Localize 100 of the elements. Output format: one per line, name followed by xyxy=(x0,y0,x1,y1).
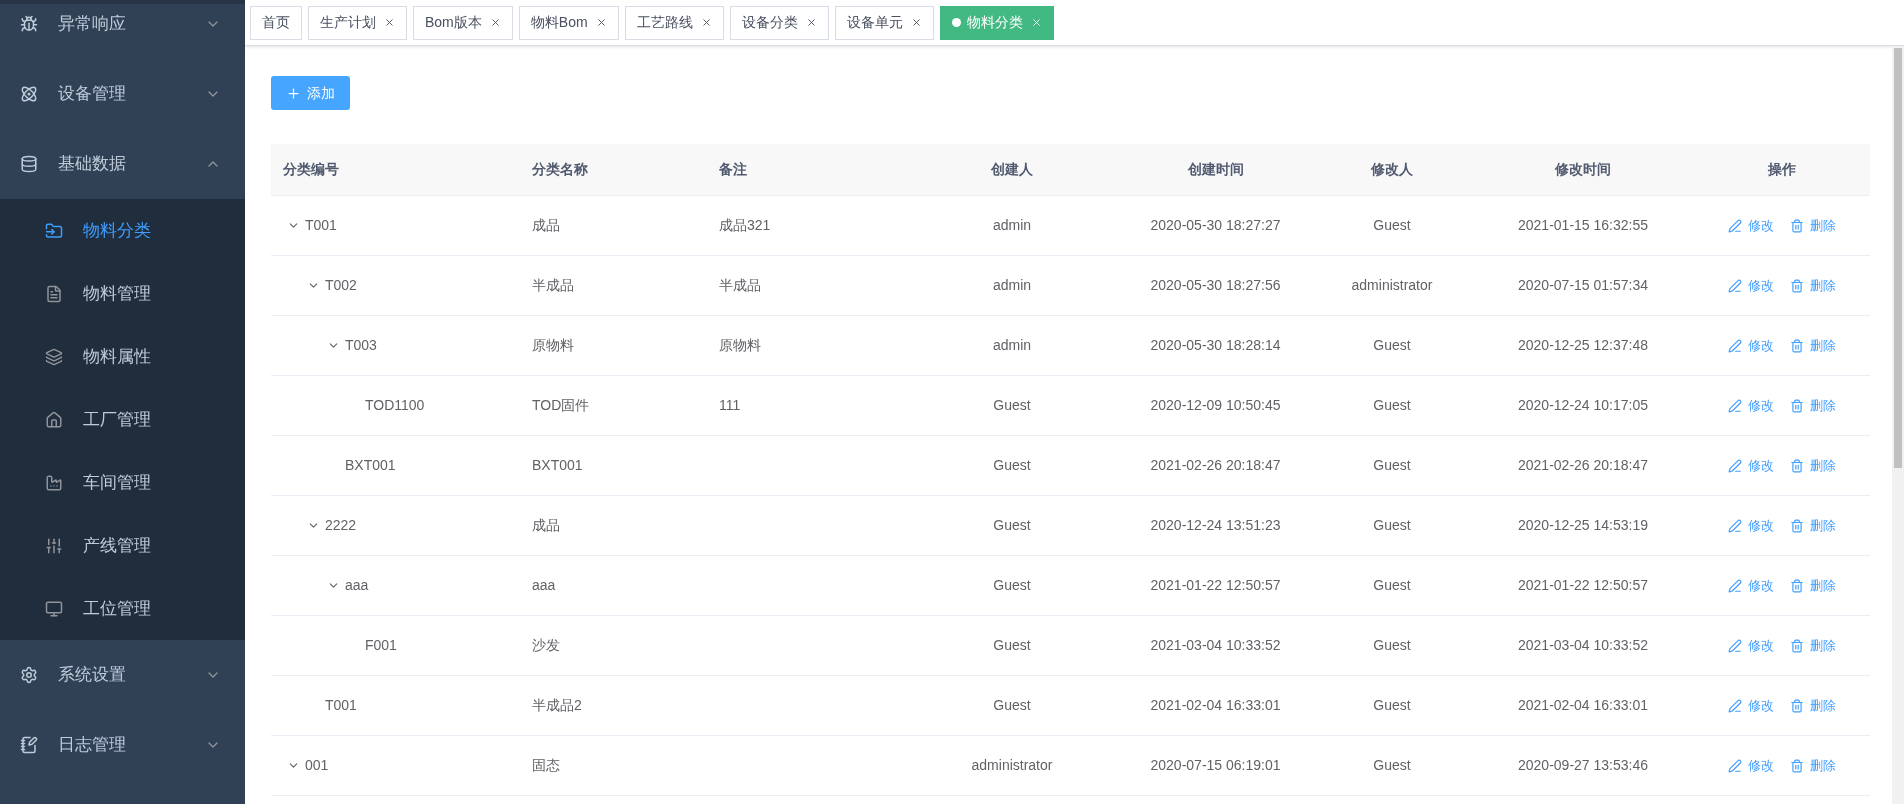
delete-link[interactable]: 删除 xyxy=(1790,695,1836,716)
column-header: 备注 xyxy=(719,160,747,179)
delete-link[interactable]: 删除 xyxy=(1790,635,1836,656)
close-icon[interactable] xyxy=(489,17,501,28)
close-icon[interactable] xyxy=(910,17,922,28)
table-cell-text: Guest xyxy=(1373,396,1411,415)
edit-link[interactable]: 修改 xyxy=(1728,635,1774,656)
table-cell-text: T003 xyxy=(345,336,377,355)
table-cell-text: 半成品 xyxy=(532,276,574,295)
sidebar-group[interactable]: 异常响应 xyxy=(0,4,245,59)
trash-icon xyxy=(1790,518,1804,533)
table-cell-text: T001 xyxy=(305,216,337,235)
table-cell-text: 111 xyxy=(719,396,741,415)
atom-icon xyxy=(20,85,38,103)
delete-link[interactable]: 删除 xyxy=(1790,575,1836,596)
pencil-icon xyxy=(1728,278,1742,293)
table-cell-text: admin xyxy=(992,276,1032,295)
tab[interactable]: 工艺路线 xyxy=(624,5,724,40)
delete-link[interactable]: 删除 xyxy=(1790,275,1836,296)
sidebar-item[interactable]: 物料分类 xyxy=(0,199,245,262)
table-cell-text: 2020-07-15 06:19:01 xyxy=(1150,756,1281,775)
table-cell-text: 2020-12-24 10:17:05 xyxy=(1518,396,1648,415)
edit-link[interactable]: 修改 xyxy=(1728,215,1774,236)
edit-link[interactable]: 修改 xyxy=(1728,695,1774,716)
pencil-icon xyxy=(1728,578,1742,593)
sliders-icon xyxy=(45,536,63,555)
delete-link[interactable]: 删除 xyxy=(1790,335,1836,356)
table-cell-text: Guest xyxy=(1373,456,1411,475)
delete-link[interactable]: 删除 xyxy=(1790,455,1836,476)
sidebar-item[interactable]: 车间管理 xyxy=(0,451,245,514)
delete-link[interactable]: 删除 xyxy=(1790,215,1836,236)
database-icon xyxy=(20,155,38,173)
trash-icon xyxy=(1790,638,1804,653)
sidebar-item[interactable]: 产线管理 xyxy=(0,514,245,577)
document-icon xyxy=(45,284,63,303)
edit-link[interactable]: 修改 xyxy=(1728,755,1774,776)
table-cell-text: 固态 xyxy=(532,756,560,775)
trash-icon xyxy=(1790,218,1804,233)
tab[interactable]: 物料Bom xyxy=(518,5,619,40)
edit-link[interactable]: 修改 xyxy=(1728,575,1774,596)
table-cell-text: 2021-01-15 16:32:55 xyxy=(1518,216,1648,235)
trash-icon xyxy=(1790,458,1804,473)
trash-icon xyxy=(1790,578,1804,593)
close-icon[interactable] xyxy=(595,17,607,28)
table-cell-text: TOD固件 xyxy=(532,396,590,415)
table-cell-text: F001 xyxy=(365,636,397,655)
sidebar-item[interactable]: 物料管理 xyxy=(0,262,245,325)
table-cell-text: 2020-12-25 14:53:19 xyxy=(1518,516,1648,535)
table-cell-text: 2020-05-30 18:28:14 xyxy=(1150,336,1281,355)
close-icon[interactable] xyxy=(805,17,817,28)
edit-link[interactable]: 修改 xyxy=(1728,455,1774,476)
tab[interactable]: 设备单元 xyxy=(834,5,934,40)
tab[interactable]: 设备分类 xyxy=(729,5,829,40)
tab[interactable]: 首页 xyxy=(250,5,302,40)
sidebar-group[interactable]: 日志管理 xyxy=(0,710,245,780)
tab[interactable]: Bom版本 xyxy=(413,5,513,40)
sidebar-group[interactable]: 系统设置 xyxy=(0,640,245,710)
table-cell-text: 2021-02-04 16:33:01 xyxy=(1518,696,1648,715)
table-cell-text: Guest xyxy=(1373,516,1411,535)
table-cell-text: 2020-05-30 18:27:27 xyxy=(1150,216,1281,235)
table-cell-text: 2021-01-22 12:50:57 xyxy=(1150,576,1281,595)
sidebar-item[interactable]: 工厂管理 xyxy=(0,388,245,451)
add-button[interactable]: 添加 xyxy=(271,76,350,110)
table-cell-text: administrator xyxy=(1351,276,1433,295)
delete-link[interactable]: 删除 xyxy=(1790,395,1836,416)
table-cell-text: 2020-12-24 13:51:23 xyxy=(1150,516,1281,535)
edit-link[interactable]: 修改 xyxy=(1728,395,1774,416)
edit-link[interactable]: 修改 xyxy=(1728,275,1774,296)
sidebar-item[interactable]: 工位管理 xyxy=(0,577,245,640)
sidebar-item[interactable]: 物料属性 xyxy=(0,325,245,388)
close-icon[interactable] xyxy=(384,17,395,28)
delete-link[interactable]: 删除 xyxy=(1790,755,1836,776)
edit-link[interactable]: 修改 xyxy=(1728,335,1774,356)
table-cell-text: 2021-02-26 20:18:47 xyxy=(1150,456,1281,475)
tab[interactable]: 生产计划 xyxy=(308,5,407,40)
close-icon[interactable] xyxy=(700,17,712,28)
table-cell-text: Guest xyxy=(1373,576,1411,595)
table-cell-text: 半成品 xyxy=(719,276,761,295)
pencil-icon xyxy=(1728,638,1742,653)
delete-link[interactable]: 删除 xyxy=(1790,515,1836,536)
table-cell-text: administrator xyxy=(971,756,1053,775)
column-header: 创建人 xyxy=(991,160,1033,179)
edit-link[interactable]: 修改 xyxy=(1728,515,1774,536)
column-header: 创建时间 xyxy=(1187,160,1244,179)
table-cell-text: Guest xyxy=(993,696,1031,715)
table-cell-text: BXT001 xyxy=(532,456,583,475)
table-cell-text: Guest xyxy=(993,576,1031,595)
table-cell-text: 2021-02-04 16:33:01 xyxy=(1150,696,1281,715)
tab[interactable]: 物料分类 xyxy=(939,5,1054,40)
table-cell-text: Guest xyxy=(1373,636,1411,655)
table-cell-text: 2021-02-26 20:18:47 xyxy=(1518,456,1648,475)
pencil-icon xyxy=(1728,458,1742,473)
table-cell-text: TOD1100 xyxy=(365,396,425,415)
table-cell-text: admin xyxy=(992,336,1032,355)
table-cell-text: 2021-03-04 10:33:52 xyxy=(1150,636,1281,655)
table-cell-text: aaa xyxy=(532,576,556,595)
sidebar-group[interactable]: 基础数据 xyxy=(0,129,245,199)
sidebar-group[interactable]: 设备管理 xyxy=(0,59,245,129)
pencil-icon xyxy=(1728,698,1742,713)
table-cell-text: Guest xyxy=(993,636,1031,655)
